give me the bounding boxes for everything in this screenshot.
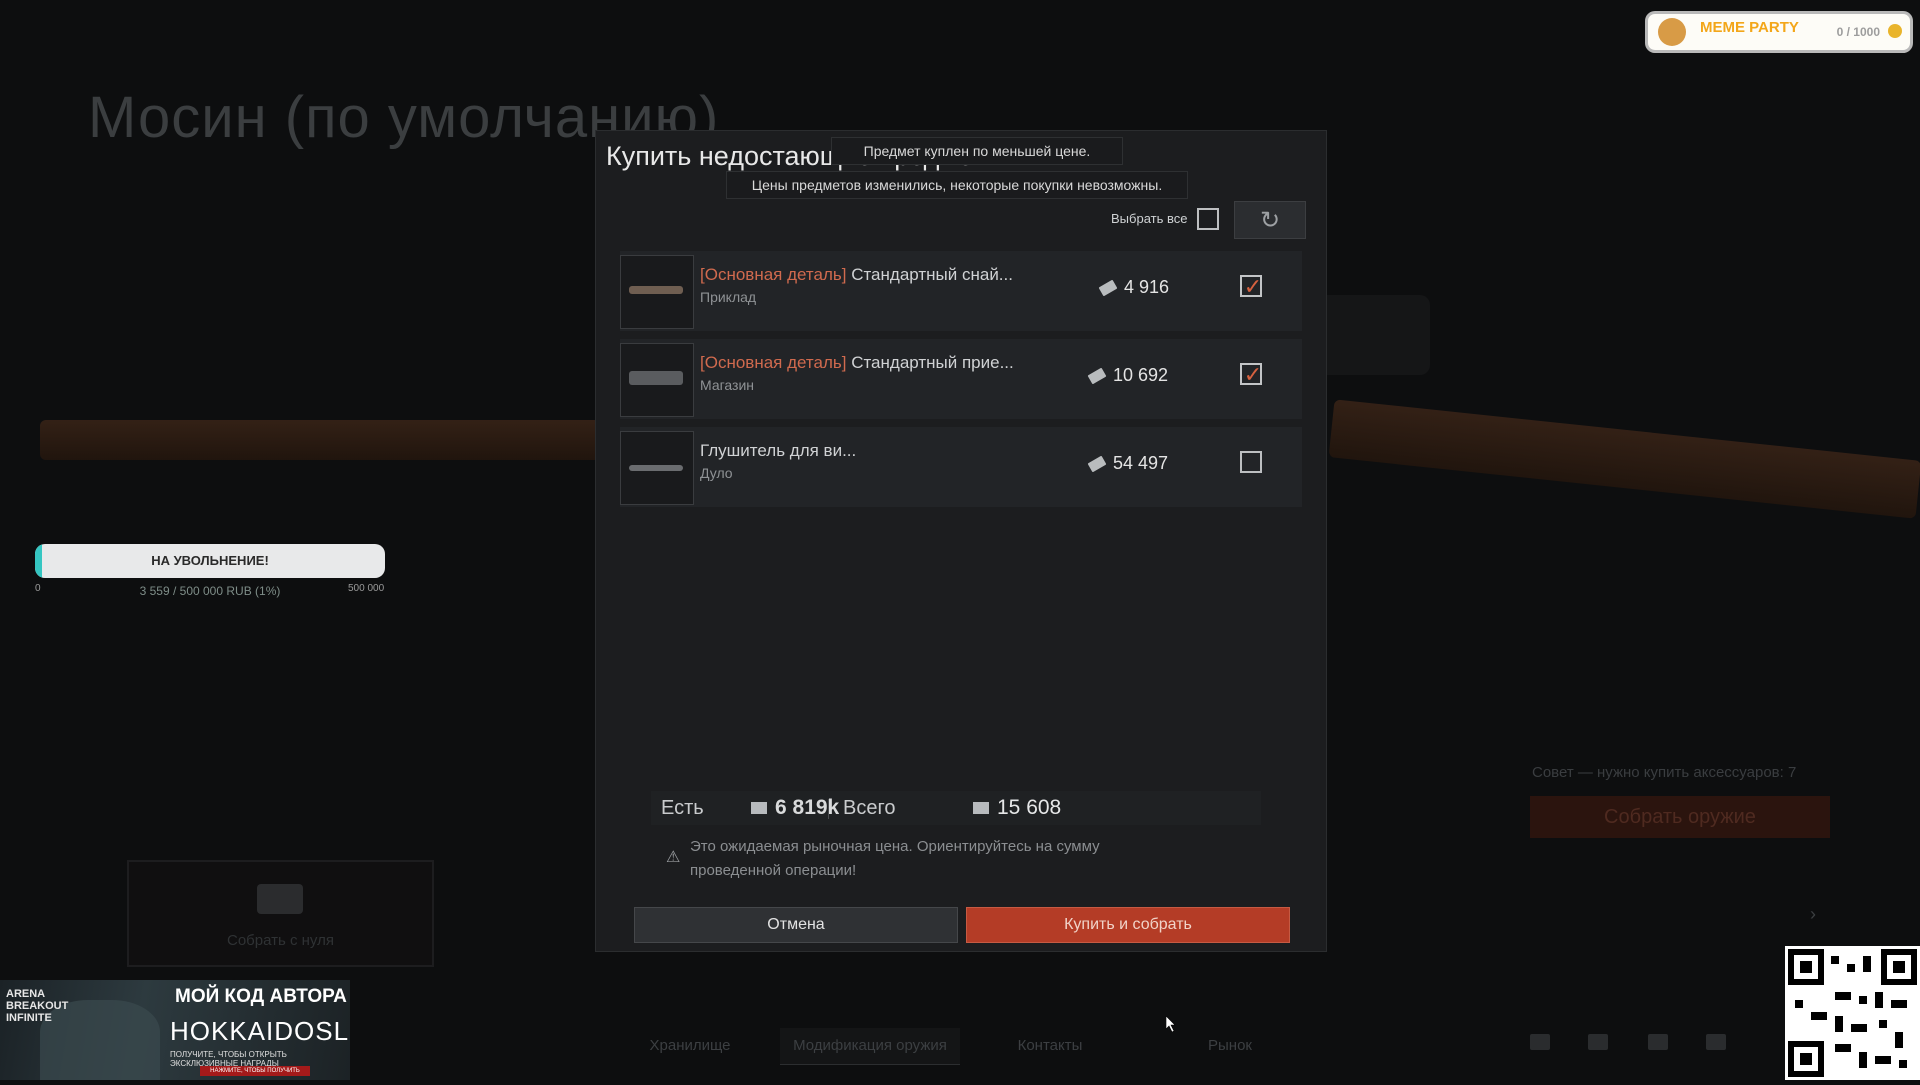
totals-bar: Есть 6 819k Всего 15 608: [651, 791, 1261, 825]
meme-party-badge: MEME PARTY 0 / 1000: [1645, 11, 1913, 53]
bottom-nav: Хранилище Модификация оружия Контакты Ры…: [600, 1028, 1320, 1065]
rubles-icon: [751, 802, 767, 815]
accessories-tip: Совет — нужно купить аксессуаров: 7: [1532, 764, 1797, 781]
meme-party-count: 0 / 1000: [1836, 25, 1880, 39]
rubles-icon: [1098, 279, 1118, 297]
promo-logo: ARENA BREAKOUT INFINITE: [6, 988, 69, 1024]
item-checkbox[interactable]: ✓: [1240, 274, 1263, 299]
stock-icon: [629, 286, 683, 294]
suppressor-icon: [629, 465, 683, 471]
qr-code: [1785, 946, 1920, 1080]
list-item[interactable]: [Основная деталь] Стандартный прие... Ма…: [620, 339, 1302, 419]
tab-storage[interactable]: Хранилище: [640, 1028, 740, 1064]
select-all-label: Выбрать все: [1111, 211, 1188, 226]
rubles-icon: [1087, 367, 1107, 385]
rubles-icon: [1087, 455, 1107, 473]
have-label: Есть: [661, 797, 704, 819]
assemble-weapon-button[interactable]: Собрать оружие: [1530, 796, 1830, 838]
item-thumbnail: [620, 431, 694, 505]
item-price-value: 4 916: [1124, 277, 1170, 297]
promo-claim-button[interactable]: НАЖМИТЕ, ЧТОБЫ ПОЛУЧИТЬ: [200, 1066, 310, 1076]
item-tag: [Основная деталь]: [700, 353, 847, 372]
checkmark-icon: ✓: [1243, 362, 1263, 387]
chat-icon[interactable]: [1588, 1034, 1608, 1050]
warning-icon: ⚠: [666, 849, 681, 866]
rifle-scope: [1310, 295, 1430, 375]
item-tag: [Основная деталь]: [700, 265, 847, 284]
promo-headline: МОЙ КОД АВТОРА: [175, 986, 347, 1007]
magazine-icon: [629, 371, 683, 385]
rifle-stock-image: [40, 420, 600, 460]
item-price: 10 692: [1087, 365, 1169, 386]
total-amount: 15 608: [997, 796, 1062, 819]
item-title: Стандартный снай...: [851, 265, 1013, 284]
list-item[interactable]: [Основная деталь] Стандартный снай... Пр…: [620, 251, 1302, 331]
lower-price-tooltip: Предмет куплен по меньшей цене.: [831, 137, 1123, 165]
item-name: [Основная деталь] Стандартный снай...: [700, 265, 1013, 285]
item-slot: Магазин: [700, 377, 755, 393]
item-price: 4 916: [1098, 277, 1170, 298]
total-label: Всего: [843, 797, 896, 819]
build-from-scratch-card[interactable]: Собрать с нуля: [127, 860, 434, 967]
dog-icon: [1658, 18, 1686, 46]
have-amount: 6 819k: [775, 796, 840, 819]
item-thumbnail: [620, 343, 694, 417]
progress-value: 3 559 / 500 000 RUB (1%): [139, 584, 281, 598]
prices-changed-tooltip: Цены предметов изменились, некоторые пок…: [726, 171, 1188, 199]
tab-weapon-mod[interactable]: Модификация оружия: [780, 1028, 960, 1065]
checkmark-icon: ✓: [1243, 274, 1263, 299]
progress-label: НА УВОЛЬНЕНИЕ!: [151, 553, 269, 568]
item-price-value: 10 692: [1113, 365, 1169, 385]
rifle-icon: [257, 884, 303, 914]
rubles-icon: [973, 802, 989, 815]
divider: [828, 799, 829, 819]
item-slot: Приклад: [700, 289, 757, 305]
buy-missing-items-dialog: Купить недостающие предметы Предмет купл…: [595, 130, 1327, 952]
coin-icon: [1888, 24, 1902, 38]
tab-contacts[interactable]: Контакты: [1000, 1028, 1100, 1064]
item-thumbnail: [620, 255, 694, 329]
chevron-right-icon[interactable]: ›: [1810, 904, 1816, 925]
item-title: Глушитель для ви...: [700, 441, 857, 460]
market-price-notice: Это ожидаемая рыночная цена. Ориентируйт…: [690, 838, 1100, 879]
cancel-button[interactable]: Отмена: [634, 907, 958, 943]
promo-banner[interactable]: ARENA BREAKOUT INFINITE МОЙ КОД АВТОРА H…: [0, 980, 350, 1080]
mouse-cursor-icon: [1166, 1016, 1176, 1032]
buy-and-assemble-button[interactable]: Купить и собрать: [966, 907, 1290, 943]
tab-market[interactable]: Рынок: [1190, 1028, 1270, 1064]
item-checkbox[interactable]: [1240, 451, 1262, 473]
rifle-body-image: [1328, 399, 1920, 519]
refresh-button[interactable]: ↻: [1234, 201, 1306, 239]
item-name: Глушитель для ви...: [700, 441, 856, 461]
mail-icon[interactable]: [1648, 1034, 1668, 1050]
have-value: 6 819k: [751, 796, 839, 820]
build-from-scratch-label: Собрать с нуля: [227, 932, 334, 949]
item-price-value: 54 497: [1113, 453, 1169, 473]
item-slot: Дуло: [700, 465, 733, 481]
list-item[interactable]: Глушитель для ви... Дуло 54 497: [620, 427, 1302, 507]
item-checkbox[interactable]: ✓: [1240, 362, 1263, 387]
meme-party-title: MEME PARTY: [1700, 19, 1799, 36]
inventory-icon[interactable]: [1530, 1034, 1550, 1050]
friends-icon[interactable]: [1706, 1034, 1726, 1050]
refresh-icon: ↻: [1259, 206, 1281, 234]
item-name: [Основная деталь] Стандартный прие...: [700, 353, 1014, 373]
item-price: 54 497: [1087, 453, 1169, 474]
donation-progress-bar: НА УВОЛЬНЕНИЕ!: [35, 544, 385, 578]
item-title: Стандартный прие...: [851, 353, 1014, 372]
promo-code: HOKKAIDOSL: [170, 1016, 350, 1046]
select-all-checkbox[interactable]: [1197, 208, 1219, 230]
total-value: 15 608: [973, 796, 1061, 820]
qr-pattern: [1788, 949, 1917, 1077]
